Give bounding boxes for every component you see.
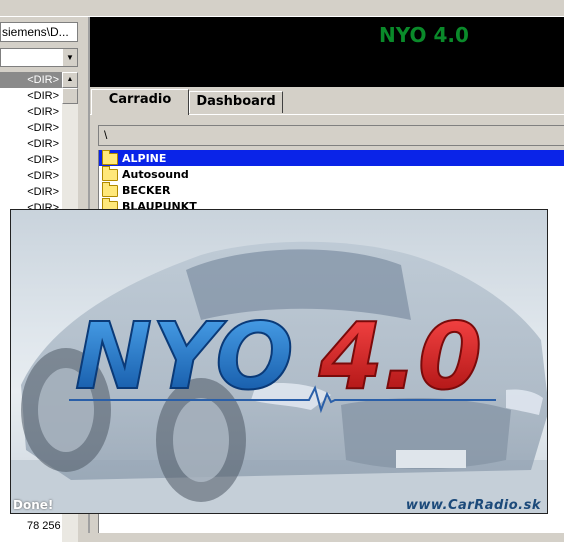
splash-url: www.CarRadio.sk xyxy=(405,498,541,513)
scroll-up-icon[interactable]: ▲ xyxy=(62,72,78,88)
folder-item[interactable]: ALPINE xyxy=(99,150,564,166)
folder-label: BECKER xyxy=(122,184,171,197)
folder-item[interactable]: Autosound xyxy=(99,166,564,182)
folder-label: ALPINE xyxy=(122,152,167,165)
folder-item[interactable]: BECKER xyxy=(99,182,564,198)
browser-path-field[interactable]: \ xyxy=(98,125,564,146)
folder-icon xyxy=(102,150,118,165)
splash-status: Done! xyxy=(13,498,54,512)
drive-combo[interactable]: ▼ xyxy=(0,48,78,67)
chevron-down-icon[interactable]: ▼ xyxy=(62,49,77,66)
splash-screen: NYO 4.0 Done! www.CarRadio.sk xyxy=(10,209,548,514)
scroll-thumb[interactable] xyxy=(62,88,78,104)
logo-version-text: 4.0 xyxy=(318,303,482,410)
tab-dashboard[interactable]: Dashboard xyxy=(189,91,283,113)
list-item-size: 78 256 xyxy=(27,520,61,532)
top-strip xyxy=(0,0,564,17)
left-path-field[interactable]: siemens\D... xyxy=(0,22,78,42)
folder-icon xyxy=(102,166,118,181)
car-illustration: NYO 4.0 xyxy=(11,241,547,513)
app-title: NYO 4.0 xyxy=(379,23,469,47)
folder-icon xyxy=(102,182,118,197)
folder-label: Autosound xyxy=(122,168,189,181)
logo-nyo-text: NYO xyxy=(75,303,294,410)
tab-carradio[interactable]: Carradio xyxy=(91,89,189,115)
app-header: NYO 4.0 xyxy=(90,17,564,87)
